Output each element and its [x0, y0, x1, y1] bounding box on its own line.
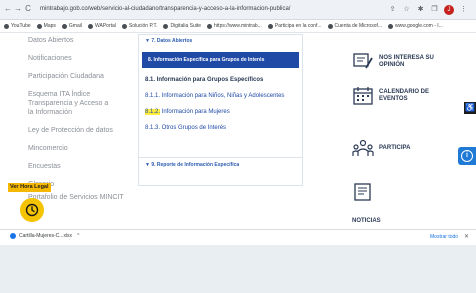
back-icon[interactable]: ← [3, 4, 13, 14]
bookmark-icon [121, 23, 127, 29]
hora-legal-button[interactable] [20, 198, 44, 222]
bookmark-icon [207, 23, 213, 29]
opinion-icon [352, 52, 374, 72]
bookmarks-bar: YouTube Maps Gmail WAPortal Solución P.T… [0, 20, 476, 33]
link-mujeres-text: Información para Mujeres [160, 109, 230, 115]
bookmark[interactable]: YouTube [4, 23, 31, 29]
section-datos-abiertos[interactable]: ▼ 7. Datos Abiertos [139, 35, 302, 48]
calendar-label: CALENDARIO DE EVENTOS [379, 89, 430, 102]
section-grupos-interes-header[interactable]: 8. Información Específica para Grupos de… [142, 52, 299, 68]
bookmark-icon [267, 23, 273, 29]
page-content: Datos Abiertos Notificaciones Participac… [0, 34, 476, 232]
info-icon: i [461, 150, 473, 162]
bookmark[interactable]: Gmail [61, 23, 82, 29]
bookmark[interactable]: Maps [36, 23, 56, 29]
bookmark-icon [388, 23, 394, 29]
reload-icon[interactable]: C [23, 4, 33, 14]
browser-menu-icon[interactable]: ⋮ [459, 5, 468, 14]
calendar-icon [352, 86, 374, 106]
participa-label: PARTICIPA [379, 144, 411, 151]
download-item[interactable]: Cartilla-Mujeres-C...xlsx ^ [10, 233, 79, 239]
menu-item-proteccion-datos[interactable]: Ley de Protección de datos [28, 124, 128, 137]
url-field[interactable]: mintrabajo.gob.co/web/servicio-al-ciudad… [40, 4, 380, 15]
bookmark[interactable]: Digitalia Suite [163, 23, 201, 29]
bookmark-icon [61, 23, 67, 29]
file-icon [10, 233, 16, 239]
participa-icon [352, 138, 374, 158]
star-icon[interactable]: ☆ [402, 5, 411, 14]
menu-item-datos-abiertos[interactable]: Datos Abiertos [28, 34, 128, 47]
bookmark-icon [4, 23, 9, 29]
bookmark[interactable]: https://www.mintrab... [207, 23, 262, 29]
extensions-icon[interactable]: ✱ [416, 5, 425, 14]
menu-item-portafolio[interactable]: Portafolio de Servicios MINCIT [28, 191, 128, 204]
noticias-heading: NOTICIAS [352, 218, 381, 224]
opinion-link[interactable]: NOS INTERESA SU OPINIÓN [352, 52, 443, 72]
address-bar-actions: ⇪ ☆ ✱ ❐ J ⋮ [388, 3, 468, 16]
bookmark-icon [327, 23, 333, 29]
address-bar: ← → C mintrabajo.gob.co/web/servicio-al-… [0, 0, 476, 20]
close-download-bar-icon[interactable]: ✕ [464, 233, 469, 240]
menu-item-notificaciones[interactable]: Notificaciones [28, 52, 128, 65]
link-ninos[interactable]: 8.1.1. Información para Niños, Niñas y A… [139, 90, 302, 103]
forward-icon[interactable]: → [13, 4, 23, 14]
share-icon[interactable]: ⇪ [388, 5, 397, 14]
newspaper-icon [352, 182, 374, 202]
bookmark-icon [87, 23, 93, 29]
news-icon-link[interactable] [352, 182, 374, 202]
participa-link[interactable]: PARTICIPA [352, 138, 410, 158]
info-button[interactable]: i [458, 147, 476, 165]
opinion-label: NOS INTERESA SU OPINIÓN [379, 55, 434, 68]
section-reporte[interactable]: ▼ 9. Reporte de Información Específica [139, 157, 302, 173]
link-otros-grupos[interactable]: 8.1.3. Otros Grupos de Interés [139, 122, 302, 135]
browser-window: ← → C mintrabajo.gob.co/web/servicio-al-… [0, 0, 476, 245]
bookmark[interactable]: WAPortal [87, 23, 116, 29]
menu-item-participacion[interactable]: Participación Ciudadana [28, 70, 128, 83]
clock-icon [25, 203, 39, 217]
download-options-icon[interactable]: ^ [77, 233, 79, 239]
menu-item-mincomercio[interactable]: Mincomercio [28, 142, 128, 155]
download-file-name: Cartilla-Mujeres-C...xlsx [19, 233, 73, 239]
link-grupos-especificos[interactable]: 8.1. Información para Grupos Específicos [139, 74, 302, 87]
left-menu: Datos Abiertos Notificaciones Participac… [28, 34, 128, 204]
show-all-button[interactable]: Mostrar todo [430, 234, 458, 240]
center-panel: ▼ 7. Datos Abiertos 8. Información Espec… [138, 34, 303, 186]
bookmark-icon [36, 23, 42, 29]
link-mujeres[interactable]: 8.1.2. Información para Mujeres [139, 106, 302, 119]
tab-search-icon[interactable]: ❐ [430, 5, 439, 14]
profile-avatar[interactable]: J [444, 4, 454, 15]
link-mujeres-number: 8.1.2. [145, 109, 161, 115]
menu-item-esquema-ita[interactable]: Esquema ITA Índice Transparencia y Acces… [28, 88, 112, 119]
accessibility-button[interactable]: ♿ [464, 102, 476, 114]
bookmark-icon [163, 23, 169, 29]
bookmark[interactable]: Participa en la conf... [267, 23, 322, 29]
hora-legal-label[interactable]: Ver Hora Legal [8, 183, 51, 192]
bookmark[interactable]: Cuenta de Microsof... [327, 23, 382, 29]
calendar-link[interactable]: CALENDARIO DE EVENTOS [352, 86, 439, 106]
download-bar: Cartilla-Mujeres-C...xlsx ^ Mostrar todo… [0, 229, 476, 245]
bookmark[interactable]: www.google.com - I... [388, 23, 443, 29]
bookmark[interactable]: Solución P.T. [121, 23, 157, 29]
menu-item-encuestas[interactable]: Encuestas [28, 160, 128, 173]
